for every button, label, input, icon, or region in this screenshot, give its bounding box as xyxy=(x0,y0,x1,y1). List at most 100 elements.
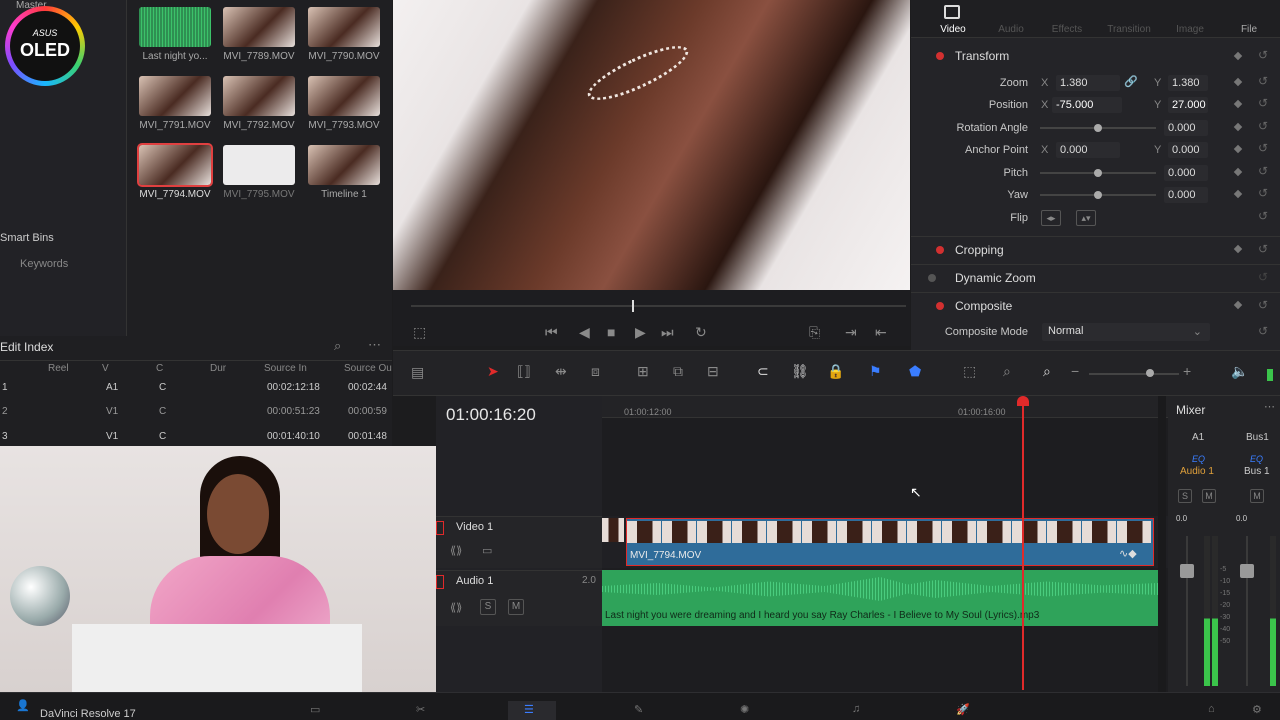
blade-tool-icon[interactable]: ⧈ xyxy=(591,363,600,380)
tab-transition[interactable]: Transition xyxy=(1101,24,1157,35)
insert-clip-icon[interactable]: ⊞ xyxy=(637,363,649,380)
column-header-dur[interactable]: Dur xyxy=(210,363,226,374)
column-header-source-in[interactable]: Source In xyxy=(264,363,307,374)
reset-icon[interactable]: ↺ xyxy=(1258,186,1268,200)
clip-thumbnail[interactable] xyxy=(308,7,380,47)
eq-badge[interactable]: EQ xyxy=(1192,454,1205,464)
linked-selection-icon[interactable]: ⛓ xyxy=(791,363,809,380)
reset-icon[interactable]: ↺ xyxy=(1258,298,1268,312)
clip-thumbnail[interactable] xyxy=(139,76,211,116)
previous-clip-tail[interactable] xyxy=(602,518,624,542)
dynamic-zoom-enable-dot[interactable] xyxy=(928,274,936,282)
yaw-field[interactable]: 0.000 xyxy=(1164,187,1208,203)
edit-page-tab-active[interactable]: ☰ xyxy=(508,701,556,720)
scrubber-bar[interactable] xyxy=(411,305,906,307)
pitch-slider-knob[interactable] xyxy=(1094,169,1102,177)
viewer-crop-icon[interactable]: ⬚ xyxy=(413,324,426,341)
fusion-page-icon[interactable]: ✎ xyxy=(634,703,643,716)
zoom-in-icon[interactable]: + xyxy=(1183,363,1191,379)
reset-icon[interactable]: ↺ xyxy=(1258,141,1268,155)
reset-icon[interactable]: ↺ xyxy=(1258,164,1268,178)
overwrite-clip-icon[interactable]: ⧉ xyxy=(673,363,683,380)
reset-icon[interactable]: ↺ xyxy=(1258,270,1268,284)
track-target[interactable] xyxy=(436,575,444,589)
zoom-fit-icon[interactable]: ⬚ xyxy=(963,363,976,380)
selection-tool-icon[interactable]: ➤ xyxy=(487,363,499,380)
solo-button[interactable]: S xyxy=(480,599,496,615)
more-options-icon[interactable]: ⋯ xyxy=(368,337,381,353)
link-icon[interactable]: 🔗 xyxy=(1124,75,1138,88)
marker-icon[interactable]: ⬟ xyxy=(909,363,921,380)
table-row[interactable]: 1 A1 C 00:02:12:18 00:02:44 xyxy=(0,382,392,406)
rotation-field[interactable]: 0.000 xyxy=(1164,120,1208,136)
zoom-y-field[interactable]: 1.380 xyxy=(1168,75,1208,91)
playhead-handle[interactable] xyxy=(1017,396,1029,406)
trim-tool-icon[interactable]: ⟦⟧ xyxy=(517,363,531,380)
rotation-slider-knob[interactable] xyxy=(1094,124,1102,132)
column-header-reel[interactable]: Reel xyxy=(48,363,69,374)
transform-header[interactable]: Transform xyxy=(955,49,1009,63)
column-header-source-out[interactable]: Source Ou xyxy=(344,363,392,374)
play-icon[interactable]: ▶ xyxy=(635,324,646,341)
replace-clip-icon[interactable]: ⊟ xyxy=(707,363,719,380)
cropping-header[interactable]: Cropping xyxy=(955,243,1004,257)
keyframe-curve-icon[interactable]: ∿◆ xyxy=(1119,547,1137,560)
column-header-v[interactable]: V xyxy=(102,363,109,374)
reset-icon[interactable]: ↺ xyxy=(1258,48,1268,62)
reset-icon[interactable]: ↺ xyxy=(1258,74,1268,88)
track-lock-icon[interactable]: ⟪⟫ xyxy=(450,544,462,557)
mixer-solo-button[interactable]: S xyxy=(1178,489,1192,503)
stop-icon[interactable]: ■ xyxy=(607,324,615,340)
clip-thumbnail[interactable] xyxy=(223,7,295,47)
table-row[interactable]: 2 V1 C 00:00:51:23 00:00:59 xyxy=(0,406,392,430)
track-visibility-icon[interactable]: ▭ xyxy=(482,544,492,557)
anchor-y-field[interactable]: 0.000 xyxy=(1168,142,1208,158)
audio-track-name[interactable]: Audio 1 xyxy=(456,575,493,587)
clip-thumbnail[interactable] xyxy=(223,76,295,116)
flip-vertical-icon[interactable]: ▴▾ xyxy=(1076,210,1096,226)
tab-audio[interactable]: Audio xyxy=(991,24,1031,35)
match-frame-icon[interactable]: ⎘ xyxy=(809,324,820,341)
mute-button[interactable]: M xyxy=(508,599,524,615)
zoom-slider-knob[interactable] xyxy=(1146,369,1154,377)
mark-out-icon[interactable]: ⇤ xyxy=(875,324,887,341)
zoom-custom-icon[interactable]: ⌕ xyxy=(1043,363,1051,380)
dynamic-zoom-header[interactable]: Dynamic Zoom xyxy=(955,271,1036,285)
mark-in-icon[interactable]: ⇥ xyxy=(845,324,857,341)
clip-thumbnail-audio[interactable] xyxy=(139,7,211,47)
more-options-icon[interactable]: ⋯ xyxy=(1264,400,1275,413)
zoom-out-icon[interactable]: − xyxy=(1071,363,1079,379)
clip-thumbnail-selected[interactable] xyxy=(137,143,213,187)
playhead-line[interactable] xyxy=(1022,400,1024,690)
video-clip[interactable]: MVI_7794.MOV ∿◆ xyxy=(626,518,1154,566)
zoom-detail-icon[interactable]: ⌕ xyxy=(1003,363,1011,380)
reset-icon[interactable]: ↺ xyxy=(1258,324,1268,338)
reset-icon[interactable]: ↺ xyxy=(1258,119,1268,133)
composite-mode-select[interactable]: Normal ⌄ xyxy=(1042,323,1210,341)
fader-knob-a1[interactable] xyxy=(1180,564,1194,578)
video-tab-icon[interactable] xyxy=(944,5,960,19)
gear-icon[interactable]: ⚙ xyxy=(1252,703,1262,716)
pitch-field[interactable]: 0.000 xyxy=(1164,165,1208,181)
composite-enable-dot[interactable] xyxy=(936,302,944,310)
tab-video[interactable]: Video xyxy=(933,24,973,35)
transform-enable-dot[interactable] xyxy=(936,52,944,60)
cropping-enable-dot[interactable] xyxy=(936,246,944,254)
clip-thumbnail[interactable] xyxy=(308,76,380,116)
jump-end-icon[interactable]: ⏭ xyxy=(661,324,674,341)
flag-icon[interactable]: ⚑ xyxy=(869,363,882,380)
play-reverse-icon[interactable]: ◀ xyxy=(579,324,590,341)
color-page-icon[interactable]: ✺ xyxy=(740,703,749,716)
timeline-thumbnail[interactable] xyxy=(308,145,380,185)
timeline-ruler[interactable]: 01:00:12:00 01:00:16:00 xyxy=(602,396,1168,418)
tab-image[interactable]: Image xyxy=(1170,24,1210,35)
zoom-slider[interactable] xyxy=(1089,373,1179,375)
zoom-x-field[interactable]: 1.380 xyxy=(1056,75,1120,91)
user-icon[interactable]: 👤 xyxy=(16,699,30,712)
timecode-display[interactable]: 01:00:16:20 xyxy=(446,405,536,425)
media-page-icon[interactable]: ▭ xyxy=(310,703,320,716)
search-icon[interactable]: ⌕ xyxy=(334,338,341,354)
dynamic-trim-icon[interactable]: ⇹ xyxy=(555,363,567,380)
flip-horizontal-icon[interactable]: ◂▸ xyxy=(1041,210,1061,226)
cut-page-icon[interactable]: ✂ xyxy=(416,703,425,716)
